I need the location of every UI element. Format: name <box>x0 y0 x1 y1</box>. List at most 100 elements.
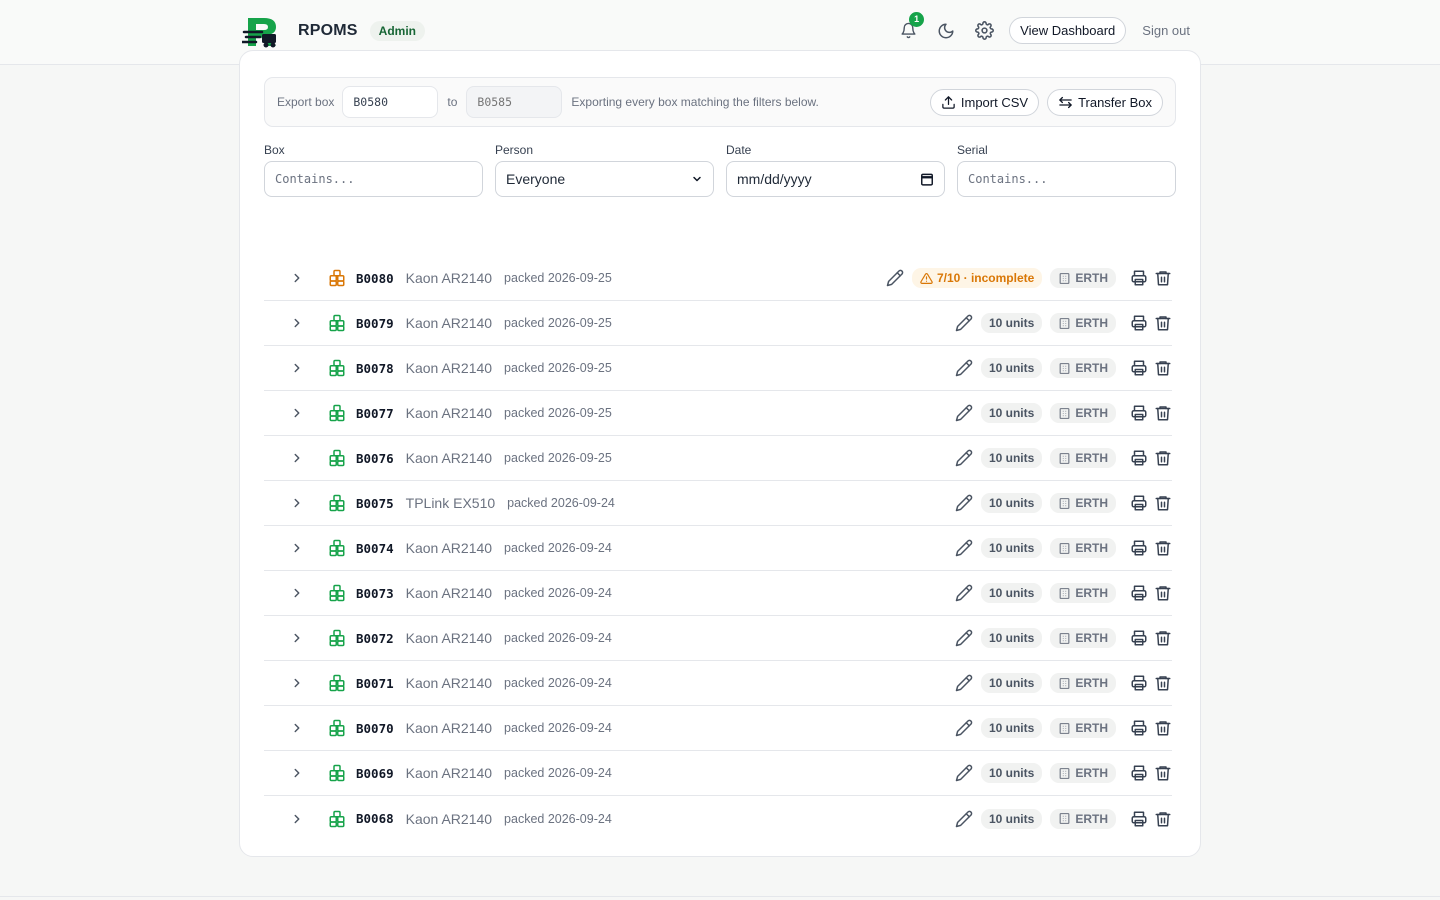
expand-chevron-icon[interactable] <box>290 766 310 780</box>
date-input[interactable]: mm/dd/yyyy <box>726 161 945 197</box>
notifications-button[interactable]: 1 <box>895 11 925 44</box>
expand-chevron-icon[interactable] <box>290 676 310 690</box>
expand-chevron-icon[interactable] <box>290 406 310 420</box>
box-id[interactable]: B0078 <box>356 361 394 376</box>
printer-icon[interactable] <box>1130 629 1148 647</box>
box-id[interactable]: B0075 <box>356 496 394 511</box>
expand-chevron-icon[interactable] <box>290 271 310 285</box>
box-row[interactable]: B0070 Kaon AR2140 packed 2026-09-24 10 u… <box>264 706 1172 751</box>
box-id[interactable]: B0073 <box>356 586 394 601</box>
person-select-value: Everyone <box>506 171 566 187</box>
box-id[interactable]: B0070 <box>356 721 394 736</box>
box-id[interactable]: B0080 <box>356 271 394 286</box>
pencil-icon[interactable] <box>955 719 973 737</box>
brand[interactable]: RPOMS Admin <box>242 14 426 48</box>
trash-icon[interactable] <box>1154 359 1172 377</box>
box-row[interactable]: B0080 Kaon AR2140 packed 2026-09-25 7/10… <box>264 256 1172 301</box>
pencil-icon[interactable] <box>955 359 973 377</box>
serial-filter-input[interactable]: Contains... <box>957 161 1176 197</box>
person-select[interactable]: Everyone <box>495 161 714 197</box>
pencil-icon[interactable] <box>955 404 973 422</box>
expand-chevron-icon[interactable] <box>290 721 310 735</box>
pencil-icon[interactable] <box>955 494 973 512</box>
expand-chevron-icon[interactable] <box>290 496 310 510</box>
box-row[interactable]: B0071 Kaon AR2140 packed 2026-09-24 10 u… <box>264 661 1172 706</box>
trash-icon[interactable] <box>1154 810 1172 828</box>
trash-icon[interactable] <box>1154 629 1172 647</box>
box-row[interactable]: B0078 Kaon AR2140 packed 2026-09-25 10 u… <box>264 346 1172 391</box>
calendar-icon[interactable] <box>920 172 934 186</box>
trash-icon[interactable] <box>1154 269 1172 287</box>
import-csv-button[interactable]: Import CSV <box>929 88 1040 116</box>
pencil-icon[interactable] <box>955 314 973 332</box>
export-to-input[interactable] <box>466 86 563 118</box>
box-row[interactable]: B0077 Kaon AR2140 packed 2026-09-25 10 u… <box>264 391 1172 436</box>
pencil-icon[interactable] <box>955 674 973 692</box>
expand-chevron-icon[interactable] <box>290 631 310 645</box>
printer-icon[interactable] <box>1130 539 1148 557</box>
expand-chevron-icon[interactable] <box>290 361 310 375</box>
expand-chevron-icon[interactable] <box>290 541 310 555</box>
expand-chevron-icon[interactable] <box>290 316 310 330</box>
expand-chevron-icon[interactable] <box>290 812 310 826</box>
box-row[interactable]: B0076 Kaon AR2140 packed 2026-09-25 10 u… <box>264 436 1172 481</box>
box-id[interactable]: B0069 <box>356 766 394 781</box>
pencil-icon[interactable] <box>955 764 973 782</box>
box-row[interactable]: B0074 Kaon AR2140 packed 2026-09-24 10 u… <box>264 526 1172 571</box>
box-id[interactable]: B0072 <box>356 631 394 646</box>
printer-icon[interactable] <box>1130 404 1148 422</box>
export-bar: Export box to Exporting every box matchi… <box>264 77 1176 127</box>
building-icon <box>1059 813 1070 824</box>
printer-icon[interactable] <box>1130 719 1148 737</box>
trash-icon[interactable] <box>1154 764 1172 782</box>
expand-chevron-icon[interactable] <box>290 586 310 600</box>
printer-icon[interactable] <box>1130 494 1148 512</box>
theme-toggle-button[interactable] <box>933 18 959 44</box>
pencil-icon[interactable] <box>886 269 904 287</box>
box-id[interactable]: B0071 <box>356 676 394 691</box>
printer-icon[interactable] <box>1130 449 1148 467</box>
trash-icon[interactable] <box>1154 314 1172 332</box>
box-id[interactable]: B0076 <box>356 451 394 466</box>
printer-icon[interactable] <box>1130 810 1148 828</box>
boxes-card: Export box to Exporting every box matchi… <box>239 50 1201 857</box>
box-filter-input[interactable]: Contains... <box>264 161 483 197</box>
pencil-icon[interactable] <box>955 449 973 467</box>
trash-icon[interactable] <box>1154 494 1172 512</box>
trash-icon[interactable] <box>1154 404 1172 422</box>
settings-button[interactable] <box>971 18 997 44</box>
box-row[interactable]: B0068 Kaon AR2140 packed 2026-09-24 10 u… <box>264 796 1172 841</box>
view-dashboard-button[interactable]: View Dashboard <box>1009 17 1127 44</box>
box-row[interactable]: B0079 Kaon AR2140 packed 2026-09-25 10 u… <box>264 301 1172 346</box>
export-from-input[interactable] <box>342 86 439 118</box>
box-row[interactable]: B0069 Kaon AR2140 packed 2026-09-24 10 u… <box>264 751 1172 796</box>
pencil-icon[interactable] <box>955 539 973 557</box>
box-row[interactable]: B0073 Kaon AR2140 packed 2026-09-24 10 u… <box>264 571 1172 616</box>
printer-icon[interactable] <box>1130 764 1148 782</box>
box-id[interactable]: B0074 <box>356 541 394 556</box>
location-label: ERTH <box>1075 271 1108 285</box>
trash-icon[interactable] <box>1154 584 1172 602</box>
pencil-icon[interactable] <box>955 810 973 828</box>
box-row[interactable]: B0075 TPLink EX510 packed 2026-09-24 10 … <box>264 481 1172 526</box>
box-id[interactable]: B0068 <box>356 811 394 826</box>
pencil-icon[interactable] <box>955 629 973 647</box>
printer-icon[interactable] <box>1130 269 1148 287</box>
sign-out-link[interactable]: Sign out <box>1142 23 1190 38</box>
transfer-box-button[interactable]: Transfer Box <box>1047 88 1163 116</box>
trash-icon[interactable] <box>1154 674 1172 692</box>
printer-icon[interactable] <box>1130 314 1148 332</box>
location-badge: ERTH <box>1050 763 1116 783</box>
box-id[interactable]: B0077 <box>356 406 394 421</box>
printer-icon[interactable] <box>1130 584 1148 602</box>
app-name: RPOMS <box>298 22 358 39</box>
box-id[interactable]: B0079 <box>356 316 394 331</box>
printer-icon[interactable] <box>1130 359 1148 377</box>
box-row[interactable]: B0072 Kaon AR2140 packed 2026-09-24 10 u… <box>264 616 1172 661</box>
pencil-icon[interactable] <box>955 584 973 602</box>
trash-icon[interactable] <box>1154 719 1172 737</box>
expand-chevron-icon[interactable] <box>290 451 310 465</box>
printer-icon[interactable] <box>1130 674 1148 692</box>
trash-icon[interactable] <box>1154 539 1172 557</box>
trash-icon[interactable] <box>1154 449 1172 467</box>
